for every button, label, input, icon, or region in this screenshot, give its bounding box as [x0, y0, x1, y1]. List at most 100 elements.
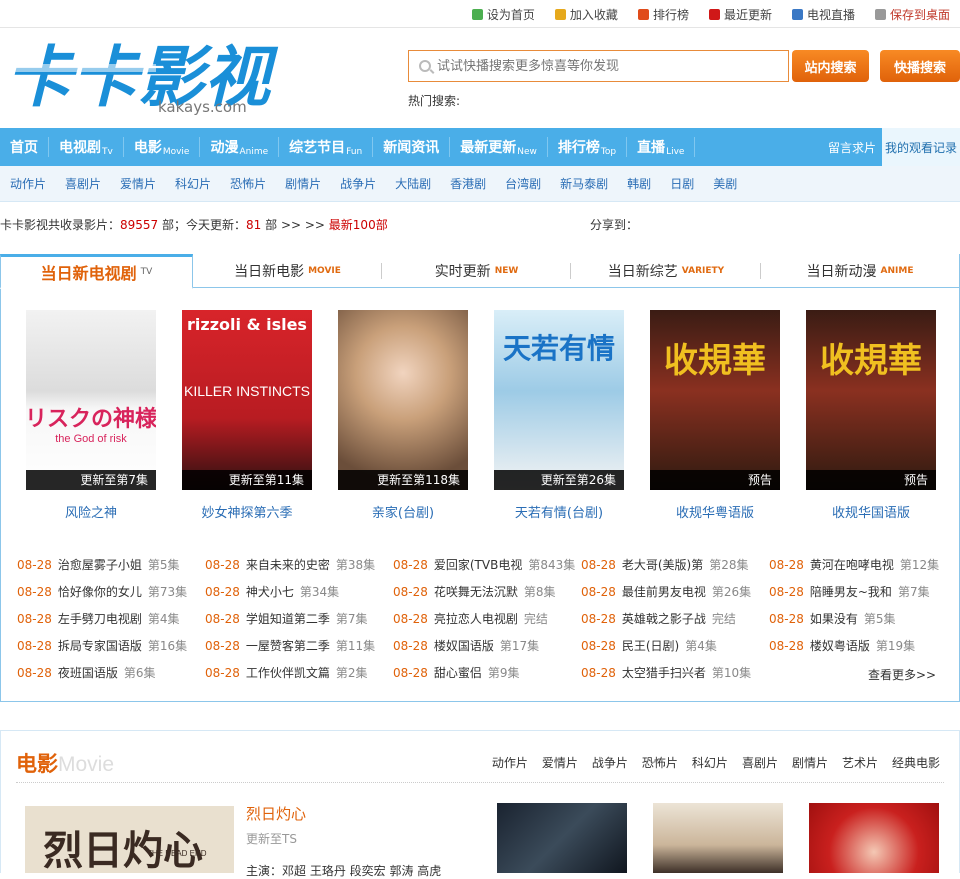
poster-title[interactable]: 天若有情(台剧): [494, 502, 624, 521]
movie-cat-0[interactable]: 动作片: [492, 754, 528, 771]
genre-link-9[interactable]: 台湾剧: [505, 175, 541, 192]
nav-item-6[interactable]: 最新更新 New: [450, 137, 548, 157]
genre-link-5[interactable]: 剧情片: [285, 175, 321, 192]
search-box[interactable]: [408, 50, 789, 82]
update-title[interactable]: 花咲舞无法沉默: [434, 585, 518, 599]
update-title[interactable]: 太空猎手扫兴者: [622, 666, 706, 680]
update-row[interactable]: 08-28 楼奴粤语版 第19集: [769, 637, 915, 657]
featured-movie-poster[interactable]: 烈日灼心 THE DEAD END: [25, 806, 234, 873]
genre-link-4[interactable]: 恐怖片: [230, 175, 266, 192]
update-row[interactable]: 08-28 神犬小七 第34集: [205, 583, 339, 603]
update-row[interactable]: 08-28 太空猎手扫兴者 第10集: [581, 664, 751, 684]
site-search-button[interactable]: 站内搜索: [792, 50, 869, 82]
genre-link-3[interactable]: 科幻片: [175, 175, 211, 192]
poster-title[interactable]: 亲家(台剧): [338, 502, 468, 521]
update-row[interactable]: 08-28 治愈屋雾子小姐 第5集: [17, 556, 180, 576]
update-title[interactable]: 甜心蜜侣: [434, 666, 482, 680]
poster-0[interactable]: リスクの神様 the God of risk 更新至第7集: [26, 310, 156, 490]
update-row[interactable]: 08-28 楼奴国语版 第17集: [393, 637, 539, 657]
update-row[interactable]: 08-28 如果没有 第5集: [769, 610, 896, 630]
nav-item-3[interactable]: 动漫 Anime: [200, 137, 280, 157]
poster-title[interactable]: 收规华国语版: [806, 502, 936, 521]
update-row[interactable]: 08-28 左手劈刀电视剧 第4集: [17, 610, 180, 630]
update-row[interactable]: 08-28 老大哥(美版)第 第28集: [581, 556, 749, 576]
update-title[interactable]: 亮拉恋人电视剧: [434, 612, 518, 626]
poster-3[interactable]: 天若有情 更新至第26集: [494, 310, 624, 490]
movie-cat-7[interactable]: 艺术片: [842, 754, 878, 771]
movie-cat-5[interactable]: 喜剧片: [742, 754, 778, 771]
update-row[interactable]: 08-28 最佳前男友电视 第26集: [581, 583, 751, 603]
genre-link-11[interactable]: 韩剧: [627, 175, 651, 192]
update-title[interactable]: 神犬小七: [246, 585, 294, 599]
featured-movie-title[interactable]: 烈日灼心: [246, 803, 306, 824]
tab-2[interactable]: 实时更新 NEW: [382, 254, 571, 288]
update-title[interactable]: 来自未来的史密: [246, 558, 330, 572]
poster-title[interactable]: 收规华粤语版: [650, 502, 780, 521]
genre-link-10[interactable]: 新马泰剧: [560, 175, 608, 192]
update-title[interactable]: 最佳前男友电视: [622, 585, 706, 599]
movie-cat-1[interactable]: 爱情片: [542, 754, 578, 771]
update-title[interactable]: 民王(日剧): [622, 639, 679, 653]
update-row[interactable]: 08-28 陪睡男友~我和 第7集: [769, 583, 930, 603]
tab-3[interactable]: 当日新综艺 VARIETY: [571, 254, 761, 288]
movie-thumb-2[interactable]: [653, 803, 783, 873]
poster-1[interactable]: rizzoli & isles KILLER INSTINCTS 更新至第11集: [182, 310, 312, 490]
view-more-link[interactable]: 查看更多>>: [868, 666, 936, 683]
update-row[interactable]: 08-28 拆局专家国语版 第16集: [17, 637, 187, 657]
update-title[interactable]: 拆局专家国语版: [58, 639, 142, 653]
update-row[interactable]: 08-28 民王(日剧) 第4集: [581, 637, 717, 657]
latest-100-link[interactable]: 最新100部: [329, 218, 388, 232]
genre-link-7[interactable]: 大陆剧: [395, 175, 431, 192]
movie-cat-6[interactable]: 剧情片: [792, 754, 828, 771]
update-title[interactable]: 工作伙伴凯文篇: [246, 666, 330, 680]
nav-item-2[interactable]: 电影 Movie: [124, 137, 201, 157]
movie-cat-8[interactable]: 经典电影: [892, 754, 940, 771]
nav-item-4[interactable]: 综艺节目 Fun: [279, 137, 374, 157]
nav-item-5[interactable]: 新闻资讯: [373, 137, 451, 157]
movie-cat-2[interactable]: 战争片: [592, 754, 628, 771]
poster-title[interactable]: 妙女神探第六季: [182, 502, 312, 521]
nav-item-1[interactable]: 电视剧 Tv: [49, 137, 124, 157]
top-link-4[interactable]: 电视直播: [791, 6, 855, 23]
tab-1[interactable]: 当日新电影 MOVIE: [193, 254, 382, 288]
update-row[interactable]: 08-28 学姐知道第二季 第7集: [205, 610, 368, 630]
update-title[interactable]: 治愈屋雾子小姐: [58, 558, 142, 572]
update-row[interactable]: 08-28 黄河在咆哮电视 第12集: [769, 556, 939, 576]
nav-watch-history[interactable]: 我的观看记录: [881, 128, 960, 166]
movie-cat-3[interactable]: 恐怖片: [642, 754, 678, 771]
update-title[interactable]: 黄河在咆哮电视: [810, 558, 894, 572]
update-title[interactable]: 老大哥(美版)第: [622, 558, 703, 572]
update-row[interactable]: 08-28 英雄戟之影子战 完结: [581, 610, 736, 630]
update-title[interactable]: 陪睡男友~我和: [810, 585, 892, 599]
top-link-1[interactable]: 加入收藏: [554, 6, 618, 23]
update-row[interactable]: 08-28 恰好像你的女儿 第73集: [17, 583, 187, 603]
poster-title[interactable]: 风险之神: [26, 502, 156, 521]
update-title[interactable]: 学姐知道第二季: [246, 612, 330, 626]
poster-2[interactable]: 更新至第118集: [338, 310, 468, 490]
top-link-2[interactable]: 排行榜: [637, 6, 689, 23]
site-logo[interactable]: 卡卡影视 kakays.com: [6, 40, 284, 120]
genre-link-12[interactable]: 日剧: [670, 175, 694, 192]
tab-0[interactable]: 当日新电视剧 TV: [0, 254, 193, 289]
update-row[interactable]: 08-28 花咲舞无法沉默 第8集: [393, 583, 556, 603]
update-title[interactable]: 夜班国语版: [58, 666, 118, 680]
update-title[interactable]: 左手劈刀电视剧: [58, 612, 142, 626]
movie-thumb-1[interactable]: [497, 803, 627, 873]
genre-link-13[interactable]: 美剧: [713, 175, 737, 192]
update-title[interactable]: 恰好像你的女儿: [58, 585, 142, 599]
qvod-search-button[interactable]: 快播搜索: [880, 50, 960, 82]
update-title[interactable]: 一屋赞客第二季: [246, 639, 330, 653]
update-row[interactable]: 08-28 一屋赞客第二季 第11集: [205, 637, 375, 657]
update-row[interactable]: 08-28 亮拉恋人电视剧 完结: [393, 610, 548, 630]
nav-item-8[interactable]: 直播 Live: [627, 137, 696, 157]
nav-item-0[interactable]: 首页: [0, 137, 49, 157]
top-link-3[interactable]: 最近更新: [708, 6, 772, 23]
top-link-5[interactable]: 保存到桌面: [874, 6, 950, 23]
update-row[interactable]: 08-28 来自未来的史密 第38集: [205, 556, 375, 576]
update-title[interactable]: 爱回家(TVB电视: [434, 558, 522, 572]
genre-link-6[interactable]: 战争片: [340, 175, 376, 192]
update-title[interactable]: 楼奴国语版: [434, 639, 494, 653]
genre-link-2[interactable]: 爱情片: [120, 175, 156, 192]
tab-4[interactable]: 当日新动漫 ANIME: [761, 254, 959, 288]
update-row[interactable]: 08-28 甜心蜜侣 第9集: [393, 664, 520, 684]
